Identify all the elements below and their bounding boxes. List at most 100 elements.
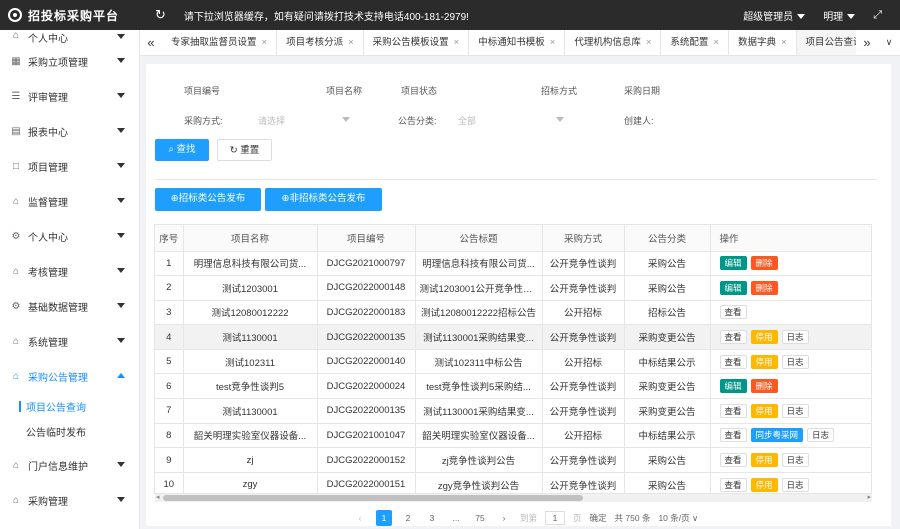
close-icon[interactable]: × xyxy=(713,37,719,48)
table-row[interactable]: 10 zgy DJCG2022000151 zgy竞争性谈判公告 公开竞争性谈判 采购公告… xyxy=(155,472,871,493)
disable-button[interactable]: 停用 xyxy=(750,453,778,468)
page-size-select[interactable]: 10 条/页 ∨ xyxy=(658,512,698,524)
scrollbar-thumb[interactable] xyxy=(163,495,583,501)
page-number[interactable]: 2 xyxy=(400,510,416,526)
tab-project-assessment[interactable]: 项目考核分派 × xyxy=(277,30,364,55)
edit-button[interactable]: 编辑 xyxy=(719,256,747,271)
tab-award-template[interactable]: 中标通知书模板 × xyxy=(469,30,566,55)
table-row[interactable]: 5 测试102311 DJCG2022000140 测试102311中标公告 公开招标中… xyxy=(155,349,871,375)
log-button[interactable]: 日志 xyxy=(781,477,809,492)
sidebar-item-procurement-project[interactable]: ▦ 采购立项管理 xyxy=(0,44,139,79)
scroll-left-icon[interactable]: ◂ xyxy=(156,494,160,502)
role-dropdown[interactable]: 超级管理员 xyxy=(743,8,806,23)
sidebar-item-supervision[interactable]: ⌂ 监督管理 xyxy=(0,184,139,219)
view-button[interactable]: 查看 xyxy=(719,428,747,443)
tab-expert-supervisor[interactable]: 专家抽取监督员设置 × xyxy=(162,30,278,55)
app-logo[interactable]: 招投标采购平台 xyxy=(0,7,145,24)
user-dropdown[interactable]: 明理 xyxy=(823,8,856,23)
publish-nonbid-announcement-button[interactable]: ⊕非招标类公告发布 xyxy=(265,188,382,211)
sidebar-subitem-announcement-query[interactable]: 项目公告查询 xyxy=(0,394,139,419)
search-button[interactable]: ⌕ 查找 xyxy=(155,139,209,161)
table-row[interactable]: 6 test竞争性谈判5 DJCG2022000024 test竞争性谈判5采购结..… xyxy=(155,373,871,400)
disable-button[interactable]: 停用 xyxy=(750,403,778,418)
delete-button[interactable]: 删除 xyxy=(750,256,778,271)
tab-system-config[interactable]: 系统配置 × xyxy=(661,30,729,55)
table-row[interactable]: 8 韶关明理实验室仪器设备... DJCG2021001047 韶关明理实验室仪器设备… xyxy=(155,423,871,449)
publish-bid-announcement-button[interactable]: ⊕招标类公告发布 xyxy=(155,188,261,211)
table-row[interactable]: 4 测试1130001 DJCG2022000135 测试1130001采购结果变..… xyxy=(155,324,871,350)
chevron-down-icon xyxy=(117,268,125,273)
filter-category-select[interactable]: 全部 xyxy=(458,114,476,127)
tab-scroll-left-icon[interactable]: « xyxy=(140,35,162,50)
view-button[interactable]: 查看 xyxy=(719,354,747,369)
close-icon[interactable]: × xyxy=(781,37,787,48)
chevron-down-icon[interactable]: ∨ xyxy=(878,37,900,48)
page-number[interactable]: 3 xyxy=(424,510,440,526)
table-row[interactable]: 1 明理信息科技有限公司货... DJCG2021000797 明理信息科技有限公司货… xyxy=(155,251,871,277)
view-button[interactable]: 查看 xyxy=(719,305,747,320)
table-cell-code: DJCG2022000151 xyxy=(317,472,416,493)
log-button[interactable]: 日志 xyxy=(781,453,809,468)
sidebar-item-projects[interactable]: □ 项目管理 xyxy=(0,149,139,184)
tab-agency-info[interactable]: 代理机构信息库 × xyxy=(565,30,662,55)
tab-data-dictionary[interactable]: 数据字典 × xyxy=(729,30,797,55)
tab-scroll-right-icon[interactable]: » xyxy=(856,35,878,50)
table-cell-no: 8 xyxy=(155,423,184,449)
close-icon[interactable]: × xyxy=(348,37,354,48)
table-row[interactable]: 2 测试1203001 DJCG2022000148 测试1203001公开竞争性谈.… xyxy=(155,275,871,301)
delete-button[interactable]: 删除 xyxy=(750,379,778,394)
edit-button[interactable]: 编辑 xyxy=(719,379,747,394)
sidebar-item-portal[interactable]: ⌂ 门户信息维护 xyxy=(0,448,139,483)
refresh-icon[interactable]: ↻ xyxy=(155,7,166,23)
table-row[interactable]: 3 测试12080012222 DJCG2022000183 测试1208001222… xyxy=(155,300,871,326)
table-cell-name: 测试12080012222 xyxy=(183,300,318,326)
tab-template-settings[interactable]: 采购公告模板设置 × xyxy=(364,30,470,55)
log-button[interactable]: 日志 xyxy=(781,403,809,418)
page-number[interactable]: 1 xyxy=(376,510,392,526)
chevron-down-icon xyxy=(117,163,125,168)
sidebar-subitem-temp-publish[interactable]: 公告临时发布 xyxy=(0,419,139,444)
fullscreen-icon[interactable]: ⤢ xyxy=(873,9,882,22)
sidebar-item-base-data[interactable]: ⚙ 基础数据管理 xyxy=(0,289,139,324)
tab-announcement-query[interactable]: 项目公告查询 xyxy=(796,30,856,55)
scroll-right-icon[interactable]: ▸ xyxy=(867,494,871,502)
close-icon[interactable]: × xyxy=(262,37,268,48)
prev-page-icon[interactable]: ‹ xyxy=(352,510,368,526)
log-button[interactable]: 日志 xyxy=(781,354,809,369)
sidebar-item-announcements[interactable]: ⌂ 采购公告管理 xyxy=(0,359,139,394)
chevron-down-icon xyxy=(117,93,125,98)
goto-confirm-button[interactable]: 确定 xyxy=(590,512,607,524)
reset-button[interactable]: ↻ 重置 xyxy=(217,139,272,161)
sidebar-item-personal-center[interactable]: ⌂ 个人中心 xyxy=(0,30,139,45)
disable-button[interactable]: 停用 xyxy=(750,477,778,492)
delete-button[interactable]: 删除 xyxy=(750,280,778,295)
table-cell-name: test竞争性谈判5 xyxy=(183,373,318,400)
page-number[interactable]: 75 xyxy=(472,510,488,526)
sidebar-item-personal-center-2[interactable]: ⚙ 个人中心 xyxy=(0,219,139,254)
horizontal-scrollbar[interactable]: ◂ ▸ xyxy=(155,494,872,502)
filter-method-select[interactable]: 请选择 xyxy=(258,114,285,127)
next-page-icon[interactable]: › xyxy=(496,510,512,526)
sync-button[interactable]: 同步粤采网 xyxy=(750,428,804,443)
table-row[interactable]: 9 zj DJCG2022000152 zj竞争性谈判公告 公开竞争性谈判 采购公告 查看停… xyxy=(155,447,871,473)
sidebar-item-system[interactable]: ⌂ 系统管理 xyxy=(0,324,139,359)
close-icon[interactable]: × xyxy=(454,37,460,48)
table-cell-title: zj竞争性谈判公告 xyxy=(415,447,543,473)
goto-page-input[interactable]: 1 xyxy=(545,511,566,525)
sidebar-item-review[interactable]: ☰ 评审管理 xyxy=(0,79,139,114)
sidebar-item-assessment[interactable]: ⌂ 考核管理 xyxy=(0,254,139,289)
view-button[interactable]: 查看 xyxy=(719,477,747,492)
view-button[interactable]: 查看 xyxy=(719,403,747,418)
disable-button[interactable]: 停用 xyxy=(750,354,778,369)
view-button[interactable]: 查看 xyxy=(719,330,747,345)
view-button[interactable]: 查看 xyxy=(719,453,747,468)
sidebar-item-reports[interactable]: ▤ 报表中心 xyxy=(0,114,139,149)
log-button[interactable]: 日志 xyxy=(781,330,809,345)
edit-button[interactable]: 编辑 xyxy=(719,280,747,295)
table-row[interactable]: 7 测试1130001 DJCG2022000135 测试1130001采购结果变..… xyxy=(155,398,871,424)
disable-button[interactable]: 停用 xyxy=(750,330,778,345)
close-icon[interactable]: × xyxy=(550,37,556,48)
sidebar-item-purchasing[interactable]: ⌂ 采购管理 xyxy=(0,483,139,518)
close-icon[interactable]: × xyxy=(646,37,652,48)
log-button[interactable]: 日志 xyxy=(807,428,835,443)
